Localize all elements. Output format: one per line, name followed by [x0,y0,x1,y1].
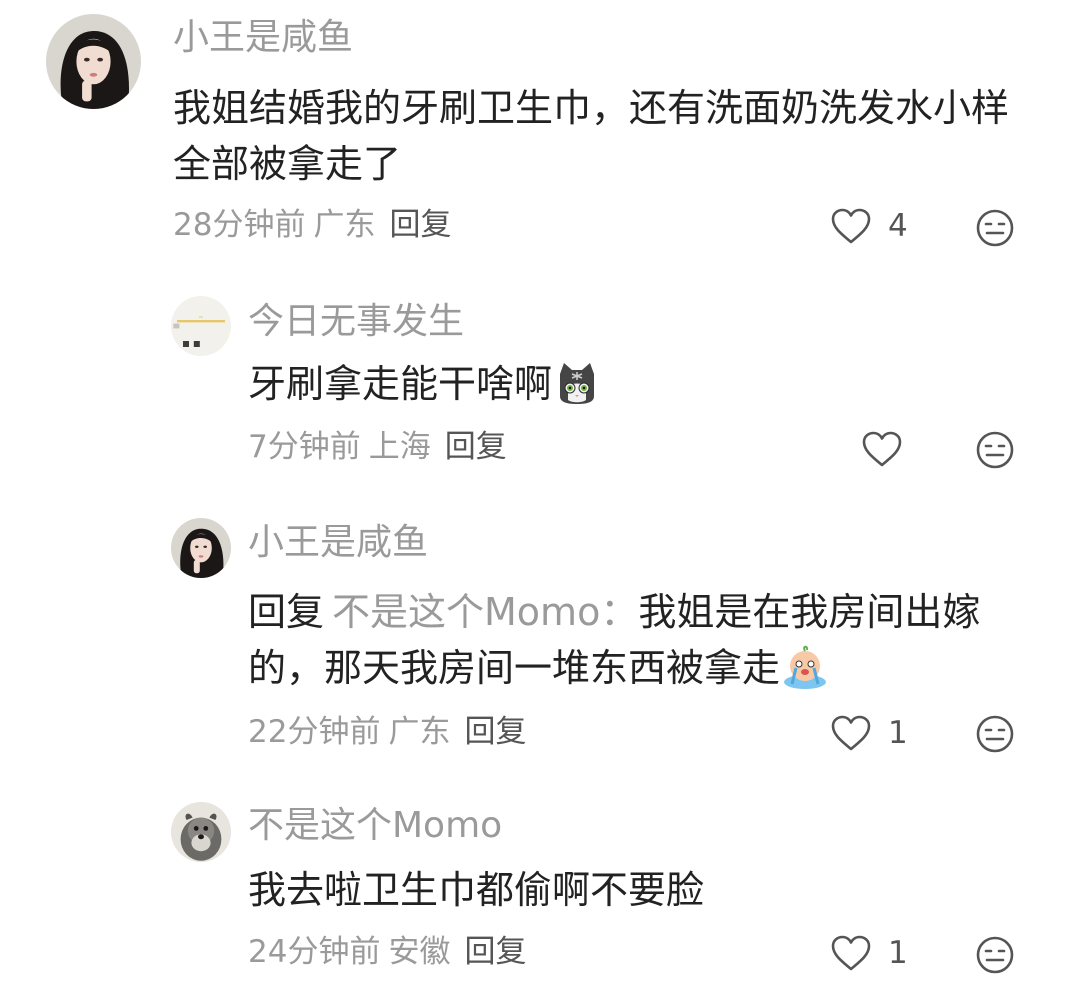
comment-time: 28分钟前 [173,207,306,243]
crying-emoji-icon [784,645,827,689]
mention-link[interactable]: 不是这个Momo： [332,590,638,634]
like-count: 1 [888,714,908,751]
user-avatar[interactable] [171,802,231,862]
reply-meta: 22分钟前 广东 回复 [248,717,526,748]
comment-text: 我姐结婚我的牙刷卫生巾，还有洗面奶洗发水小样全部被拿走了 [173,86,1010,186]
reply-time: 24分钟前 [248,934,381,970]
like-button[interactable] [861,430,919,468]
reply-button[interactable]: 回复 [445,429,507,465]
reply-text: 我去啦卫生巾都偷啊不要脸 [248,868,705,912]
comment-username[interactable]: 小王是咸鱼 [173,20,353,56]
heart-icon [831,208,871,244]
heart-icon [862,431,902,467]
like-button[interactable]: 4 [830,207,908,245]
reply-meta: 24分钟前 安徽 回复 [248,937,526,968]
reply-button[interactable]: 回复 [464,714,526,750]
heart-icon [831,935,871,971]
reply-time: 7分钟前 [248,429,361,465]
comment-meta: 28分钟前 广东 回复 [173,210,451,241]
reply-location: 上海 [368,429,431,465]
like-count: 4 [888,207,908,244]
svg-text:~: ~ [198,314,203,321]
reply-meta: 7分钟前 上海 回复 [248,432,507,463]
reply-prefix: 回复 [248,590,325,634]
like-count: 1 [888,934,908,971]
reply-button[interactable]: 回复 [389,207,451,243]
user-avatar[interactable] [46,14,141,109]
like-button[interactable]: 1 [830,714,908,752]
user-avatar[interactable]: ~ [171,296,231,356]
reply-button[interactable]: 回复 [464,934,526,970]
reply-text: 回复 不是这个Momo：我姐是在我房间出嫁的，那天我房间一堆东西被拿走 [248,584,1028,696]
reply-time: 22分钟前 [248,714,381,750]
heart-icon [831,715,871,751]
reply-text: 牙刷拿走能干啥啊 [248,356,1028,412]
reply-text-body: 牙刷拿走能干啥啊 [248,362,553,406]
dislike-face-icon[interactable] [975,430,1015,470]
comment-location: 广东 [313,207,376,243]
like-button[interactable]: 1 [830,934,908,972]
reply-username[interactable]: 小王是咸鱼 [248,525,428,561]
user-avatar[interactable] [171,518,231,578]
reply-username[interactable]: 今日无事发生 [248,304,464,340]
dislike-face-icon[interactable] [975,714,1015,754]
reply-location: 广东 [388,714,451,750]
cat-emoji-icon [560,362,595,404]
reply-username[interactable]: 不是这个Momo [248,808,502,844]
dislike-face-icon[interactable] [975,935,1015,975]
reply-location: 安徽 [388,934,451,970]
dislike-face-icon[interactable] [975,208,1015,248]
